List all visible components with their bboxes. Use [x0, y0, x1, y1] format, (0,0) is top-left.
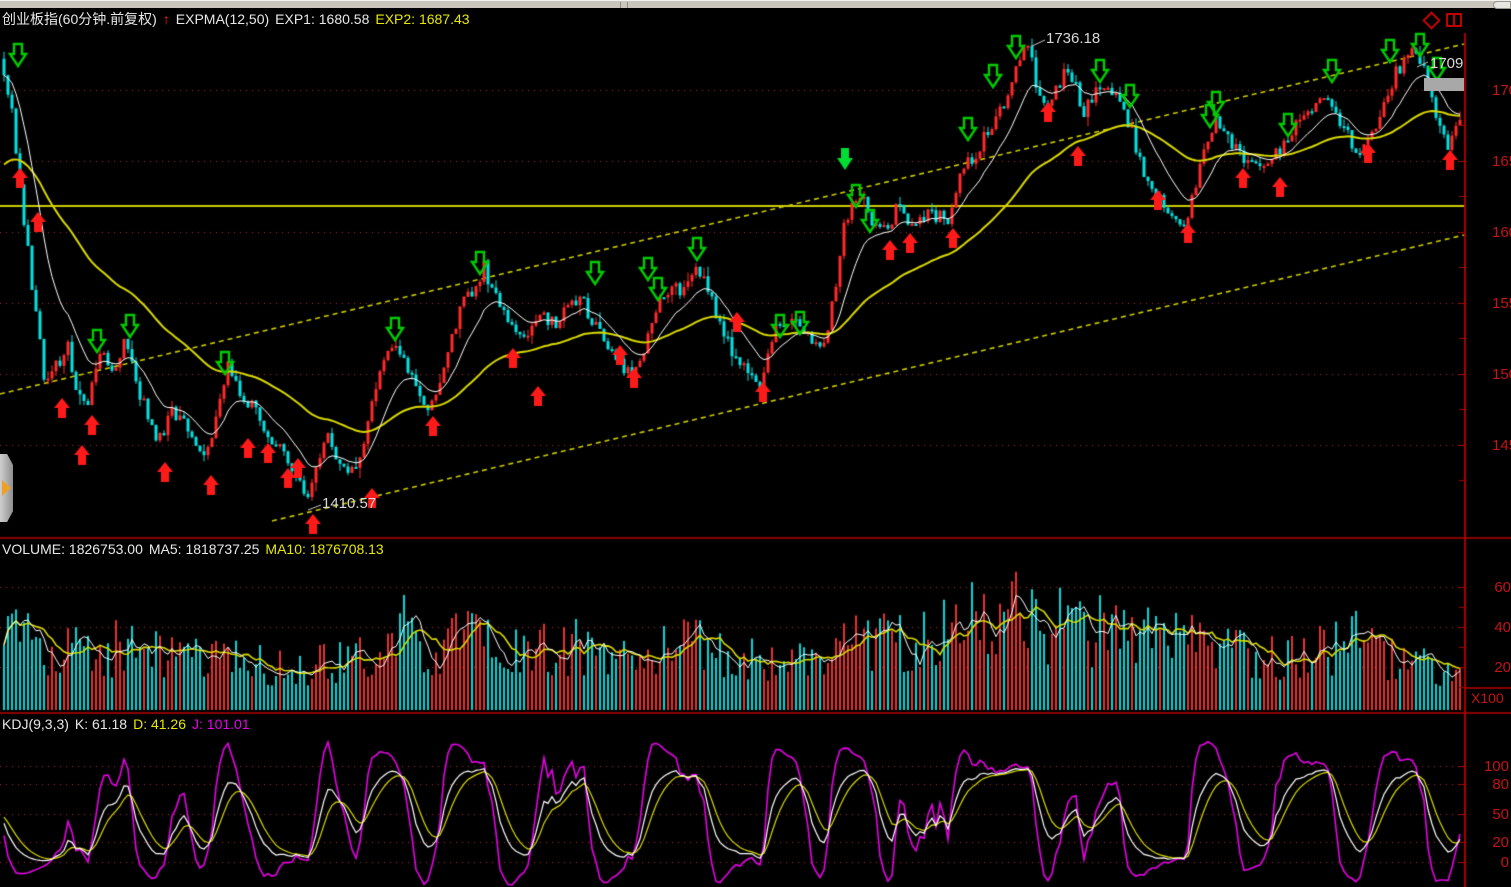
up-arrow-icon: ↑ [163, 11, 170, 27]
diamond-icon[interactable] [1422, 11, 1438, 27]
axis-label: 80 [1479, 777, 1509, 792]
stock-chart-window: 创业板指(60分钟.前复权) ↑ EXPMA(12,50) EXP1: 1680.58… [0, 0, 1511, 887]
axis-label: 1700 [1492, 83, 1511, 98]
indicator-name: EXPMA(12,50) [176, 11, 269, 27]
volume-unit-label: X100 [1471, 690, 1504, 706]
sidebar-expand-tab[interactable] [0, 454, 13, 522]
axis-label: 0 [1479, 855, 1509, 870]
axis-label: 1550 [1492, 296, 1511, 311]
axis-label: 20 [1481, 660, 1511, 675]
peak-price-annotation: 1736.18 [1046, 31, 1100, 46]
recent-price-annotation: 1709 [1430, 56, 1463, 71]
kdj-d-value: D: 41.26 [133, 716, 186, 732]
expand-arrow-icon [2, 480, 11, 496]
axis-label: 1600 [1492, 225, 1511, 240]
axis-label: 40 [1481, 620, 1511, 635]
volume-ma10: MA10: 1876708.13 [265, 541, 383, 557]
axis-label: 100 [1479, 759, 1509, 774]
axis-label: 1500 [1492, 367, 1511, 382]
kdj-panel-title: KDJ(9,3,3) K: 61.18 D: 41.26 J: 101.01 [2, 716, 256, 732]
axis-label: 60 [1481, 580, 1511, 595]
split-window-icon[interactable] [1446, 13, 1462, 27]
axis-label: 1650 [1492, 154, 1511, 169]
scrollbar-notch [627, 2, 628, 8]
exp2-value: EXP2: 1687.43 [375, 11, 469, 27]
horizontal-scrollbar[interactable] [0, 0, 1511, 8]
exp1-value: EXP1: 1680.58 [275, 11, 369, 27]
current-price-tag [1424, 78, 1464, 91]
kdj-j-value: J: 101.01 [192, 716, 250, 732]
chart-canvas[interactable] [0, 0, 1511, 887]
axis-label: 50 [1479, 807, 1509, 822]
main-chart-title: 创业板指(60分钟.前复权) ↑ EXPMA(12,50) EXP1: 1680.58… [2, 9, 476, 29]
scrollbar-notch [620, 2, 621, 8]
symbol-name: 创业板指(60分钟.前复权) [2, 11, 157, 27]
kdj-k-value: K: 61.18 [75, 716, 127, 732]
volume-value: VOLUME: 1826753.00 [2, 541, 143, 557]
axis-label: 20 [1479, 835, 1509, 850]
axis-label: 1450 [1492, 438, 1511, 453]
kdj-indicator-name: KDJ(9,3,3) [2, 716, 69, 732]
scrollbar-thumb[interactable] [1493, 1, 1511, 9]
low-price-annotation: 1410.57 [322, 496, 376, 511]
volume-panel-title: VOLUME: 1826753.00 MA5: 1818737.25 MA10: 1… [2, 541, 390, 557]
volume-ma5: MA5: 1818737.25 [149, 541, 260, 557]
